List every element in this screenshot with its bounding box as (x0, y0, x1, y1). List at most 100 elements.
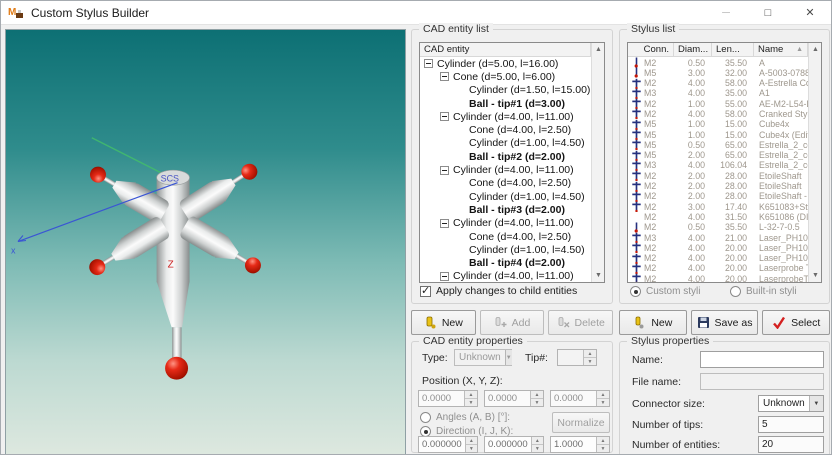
stylus-new-button[interactable]: New (619, 310, 687, 335)
tree-collapse-icon[interactable] (440, 72, 449, 82)
connector-size-combobox[interactable]: Unknown ▼ (758, 395, 824, 412)
save-as-button[interactable]: Save as (690, 310, 759, 335)
angles-radio[interactable]: Angles (A, B) [°]: (420, 412, 510, 423)
tip-number-spinner[interactable]: ▲ ▼ (557, 349, 597, 366)
tree-item[interactable]: Ball - tip#4 (d=2.00) (420, 256, 591, 269)
spin-up-icon[interactable]: ▲ (465, 391, 477, 399)
stylus-list-row[interactable]: M2 2.00 28.00 EtoileShaft (628, 170, 808, 182)
cad-add-button[interactable]: Add (479, 310, 545, 335)
stylus-list-row[interactable]: M2 1.00 55.00 AE-M2-L54-D1x2 (628, 98, 808, 110)
tree-item[interactable]: Ball - tip#2 (d=2.00) (420, 150, 591, 163)
maximize-button[interactable]: □ (747, 1, 789, 24)
spin-down-icon[interactable]: ▼ (531, 399, 543, 406)
spin-up-icon[interactable]: ▲ (531, 437, 543, 445)
tree-item[interactable]: Cylinder (d=1.00, l=4.50) (420, 137, 591, 150)
number-of-entities-field[interactable]: 20 (758, 436, 824, 453)
spin-down-icon[interactable]: ▼ (597, 399, 609, 406)
position-y-spinner[interactable]: 0.0000 ▲ ▼ (484, 390, 544, 407)
stylus-list-row[interactable]: M5 2.00 65.00 Estrella_2_codos_n... (628, 150, 808, 161)
stylus-list-row[interactable]: M2 3.00 17.40 K651083+Stylus Ex... (628, 201, 808, 213)
position-z-spinner[interactable]: 0.0000 ▲ ▼ (550, 390, 610, 407)
spin-up-icon[interactable]: ▲ (584, 350, 596, 358)
apply-changes-checkbox[interactable]: Apply changes to child entities (420, 284, 577, 297)
3d-viewport[interactable]: SCS x Z (5, 29, 406, 455)
tree-item[interactable]: Cone (d=4.00, l=2.50) (420, 177, 591, 190)
custom-styli-radio[interactable]: Custom styli (630, 286, 700, 297)
stylus-list-row[interactable]: M5 1.00 15.00 Cube4x (628, 119, 808, 130)
close-button[interactable]: ✕ (789, 1, 831, 24)
tree-item[interactable]: Cylinder (d=1.00, l=4.50) (420, 190, 591, 203)
spin-up-icon[interactable]: ▲ (465, 437, 477, 445)
scroll-down-icon[interactable]: ▼ (592, 269, 604, 282)
type-combobox[interactable]: Unknown ▼ (454, 349, 512, 366)
stylus-list-row[interactable]: M2 0.50 35.50 A (628, 57, 808, 68)
radio-unselected-icon[interactable] (730, 286, 741, 297)
checkbox-checked-icon[interactable] (420, 284, 431, 297)
stylus-list-row[interactable]: M2 4.00 31.50 K651086 (DISC) (628, 211, 808, 222)
stylus-list-row[interactable]: M2 4.00 20.00 Laser_PH10M_ TP20 (628, 242, 808, 254)
spin-down-icon[interactable]: ▼ (465, 445, 477, 452)
stylus-list-row[interactable]: M2 4.00 20.00 LaserprobeTP200_1 (628, 273, 808, 282)
stylus-list-row[interactable]: M3 4.00 106.04 Estrella_2_codos_s... (628, 160, 808, 171)
stylus-list-row[interactable]: M2 2.00 28.00 EtoileShaft - Copy (628, 191, 808, 202)
cad-list-scrollbar[interactable]: ▲ ▼ (591, 43, 604, 282)
select-button[interactable]: Select (762, 310, 831, 335)
spin-down-icon[interactable]: ▼ (584, 358, 596, 365)
scroll-down-icon[interactable]: ▼ (809, 269, 821, 282)
stylus-list-row[interactable]: M3 4.00 35.00 A1 (628, 88, 808, 99)
minimize-button[interactable]: ─ (705, 1, 747, 24)
tree-collapse-icon[interactable] (440, 218, 449, 228)
stylus-list-scrollbar[interactable]: ▲ ▼ (808, 43, 821, 282)
tree-item[interactable]: Cylinder (d=4.00, l=11.00) (420, 217, 591, 230)
len-column-header[interactable]: Len... (712, 43, 754, 56)
name-column-header[interactable]: Name ▲ (754, 43, 808, 56)
spin-down-icon[interactable]: ▼ (597, 445, 609, 452)
tree-collapse-icon[interactable] (440, 271, 449, 281)
tree-item[interactable]: Cone (d=4.00, l=2.50) (420, 123, 591, 136)
tree-item[interactable]: Cylinder (d=4.00, l=11.00) (420, 110, 591, 123)
tree-item[interactable]: Cone (d=4.00, l=2.50) (420, 230, 591, 243)
stylus-list-row[interactable]: M5 0.50 65.00 Estrella_2_codos (628, 139, 808, 151)
conn-column-header[interactable]: Conn. (628, 43, 674, 56)
scroll-up-icon[interactable]: ▲ (592, 43, 604, 56)
diam-column-header[interactable]: Diam... (674, 43, 712, 56)
cad-entity-column-header[interactable]: CAD entity (420, 43, 591, 56)
radio-selected-icon[interactable] (630, 286, 641, 297)
tree-item[interactable]: Cylinder (d=1.50, l=15.00) (420, 84, 591, 97)
spin-up-icon[interactable]: ▲ (597, 391, 609, 399)
tree-item[interactable]: Cylinder (d=4.00, l=11.00) (420, 270, 591, 282)
tree-collapse-icon[interactable] (440, 165, 449, 175)
spin-up-icon[interactable]: ▲ (531, 391, 543, 399)
cad-delete-button[interactable]: Delete (548, 310, 614, 335)
tree-item[interactable]: Cylinder (d=1.00, l=4.50) (420, 243, 591, 256)
stylus-list-row[interactable]: M2 4.00 58.00 Cranked Styli (628, 108, 808, 120)
tree-item[interactable]: Ball - tip#1 (d=3.00) (420, 97, 591, 110)
spin-down-icon[interactable]: ▼ (531, 445, 543, 452)
file-name-input[interactable] (700, 373, 824, 390)
tree-collapse-icon[interactable] (440, 112, 449, 122)
chevron-down-icon[interactable]: ▼ (808, 396, 823, 411)
position-x-spinner[interactable]: 0.0000 ▲ ▼ (418, 390, 478, 407)
tree-item[interactable]: Cone (d=5.00, l=6.00) (420, 70, 591, 83)
stylus-list-row[interactable]: M5 1.00 15.00 Cube4x (Edited) (628, 129, 808, 141)
radio-unselected-icon[interactable] (420, 412, 431, 423)
scroll-up-icon[interactable]: ▲ (809, 43, 821, 56)
stylus-list-row[interactable]: M2 2.00 28.00 EtoileShaft (628, 181, 808, 192)
number-of-tips-field[interactable]: 5 (758, 416, 824, 433)
normalize-button[interactable]: Normalize (552, 412, 610, 433)
tree-item[interactable]: Ball - tip#3 (d=2.00) (420, 203, 591, 216)
name-input[interactable] (700, 351, 824, 368)
stylus-list-row[interactable]: M2 0.50 35.50 L-32-7-0.5 (628, 222, 808, 233)
tree-item[interactable]: Cylinder (d=5.00, l=16.00) (420, 57, 591, 70)
stylus-list-row[interactable]: M3 4.00 21.00 Laser_PH10M_ SP25 (628, 232, 808, 244)
builtin-styli-radio[interactable]: Built-in styli (730, 286, 797, 297)
tree-collapse-icon[interactable] (424, 59, 433, 69)
direction-i-spinner[interactable]: 0.000000 ▲ ▼ (418, 436, 478, 453)
cad-new-button[interactable]: New (411, 310, 476, 335)
stylus-list-row[interactable]: M2 4.00 20.00 Laserprobe TP200 (628, 263, 808, 274)
tree-item[interactable]: Cylinder (d=4.00, l=11.00) (420, 163, 591, 176)
stylus-list-row[interactable]: M2 4.00 20.00 Laser_PH10M_ TP280 (628, 253, 808, 264)
direction-j-spinner[interactable]: 0.000000 ▲ ▼ (484, 436, 544, 453)
stylus-list-row[interactable]: M2 4.00 58.00 A-Estrella Codo 40 (628, 78, 808, 89)
spin-down-icon[interactable]: ▼ (465, 399, 477, 406)
